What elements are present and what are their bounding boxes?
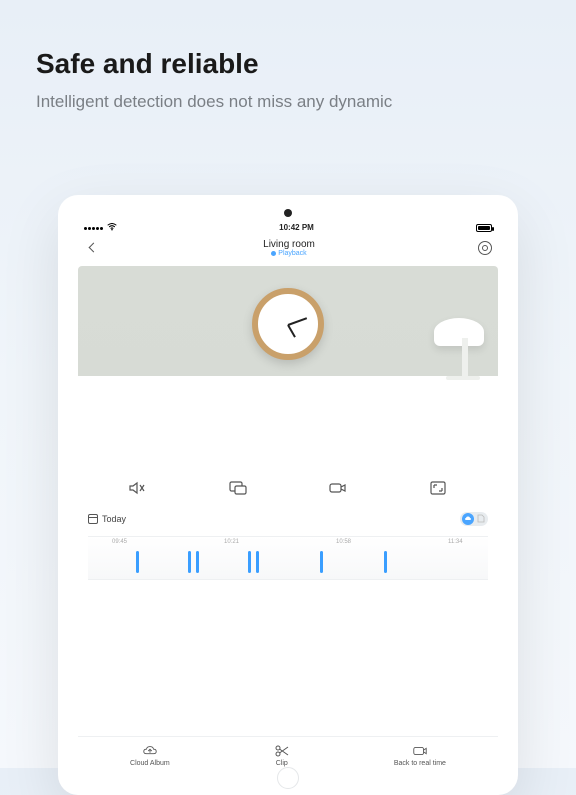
status-time: 10:42 PM — [279, 224, 314, 233]
timeline-event[interactable] — [136, 551, 139, 573]
battery-icon — [476, 224, 492, 232]
storage-toggle[interactable] — [460, 512, 488, 526]
wifi-icon — [107, 223, 117, 233]
realtime-icon — [412, 745, 428, 757]
timeline-event[interactable] — [188, 551, 191, 573]
timeline-event[interactable] — [320, 551, 323, 573]
nav-title: Living room — [263, 239, 315, 250]
record-button[interactable] — [328, 480, 348, 496]
timeline[interactable]: 09:45 10:21 10:58 11:34 — [88, 536, 488, 580]
cloud-album-icon — [142, 745, 158, 757]
scene-lamp — [434, 318, 484, 346]
timeline-event[interactable] — [256, 551, 259, 573]
cloud-album-tab[interactable]: Cloud Album — [130, 745, 170, 767]
timeline-label: 11:34 — [448, 539, 463, 545]
clip-tab[interactable]: Clip — [274, 745, 290, 767]
cloud-toggle-knob — [462, 513, 474, 525]
tablet-camera-dot — [284, 209, 292, 217]
sd-icon — [477, 514, 485, 523]
playback-dot-icon — [271, 251, 276, 256]
hero-title: Safe and reliable — [36, 48, 540, 80]
bottom-tabs: Cloud Album Clip Back to real time — [78, 736, 498, 767]
nav-header: Living room Playback — [78, 235, 498, 260]
signal-icon — [84, 227, 103, 230]
date-row: Today — [78, 506, 498, 532]
realtime-tab[interactable]: Back to real time — [394, 745, 446, 767]
timeline-event[interactable] — [384, 551, 387, 573]
timeline-label: 09:45 — [112, 539, 127, 545]
mute-button[interactable] — [128, 480, 148, 496]
calendar-icon — [88, 514, 98, 524]
hero: Safe and reliable Intelligent detection … — [0, 0, 576, 138]
scene-clock — [252, 288, 324, 360]
snapshot-button[interactable] — [228, 480, 248, 496]
video-preview[interactable] — [78, 266, 498, 466]
back-button[interactable] — [84, 240, 100, 256]
tablet-frame: 10:42 PM Living room Playback — [58, 195, 518, 795]
nav-subtitle: Playback — [263, 250, 315, 258]
timeline-label: 10:21 — [224, 539, 239, 545]
date-label: Today — [102, 514, 126, 524]
timeline-event[interactable] — [248, 551, 251, 573]
hero-subtitle: Intelligent detection does not miss any … — [36, 90, 540, 114]
scissors-icon — [274, 745, 290, 757]
settings-button[interactable] — [478, 241, 492, 255]
date-picker[interactable]: Today — [88, 514, 126, 524]
fullscreen-button[interactable] — [428, 480, 448, 496]
control-bar — [78, 466, 498, 506]
status-bar: 10:42 PM — [78, 221, 498, 235]
tablet-home-button[interactable] — [277, 767, 299, 789]
timeline-event[interactable] — [196, 551, 199, 573]
timeline-label: 10:58 — [336, 539, 351, 545]
